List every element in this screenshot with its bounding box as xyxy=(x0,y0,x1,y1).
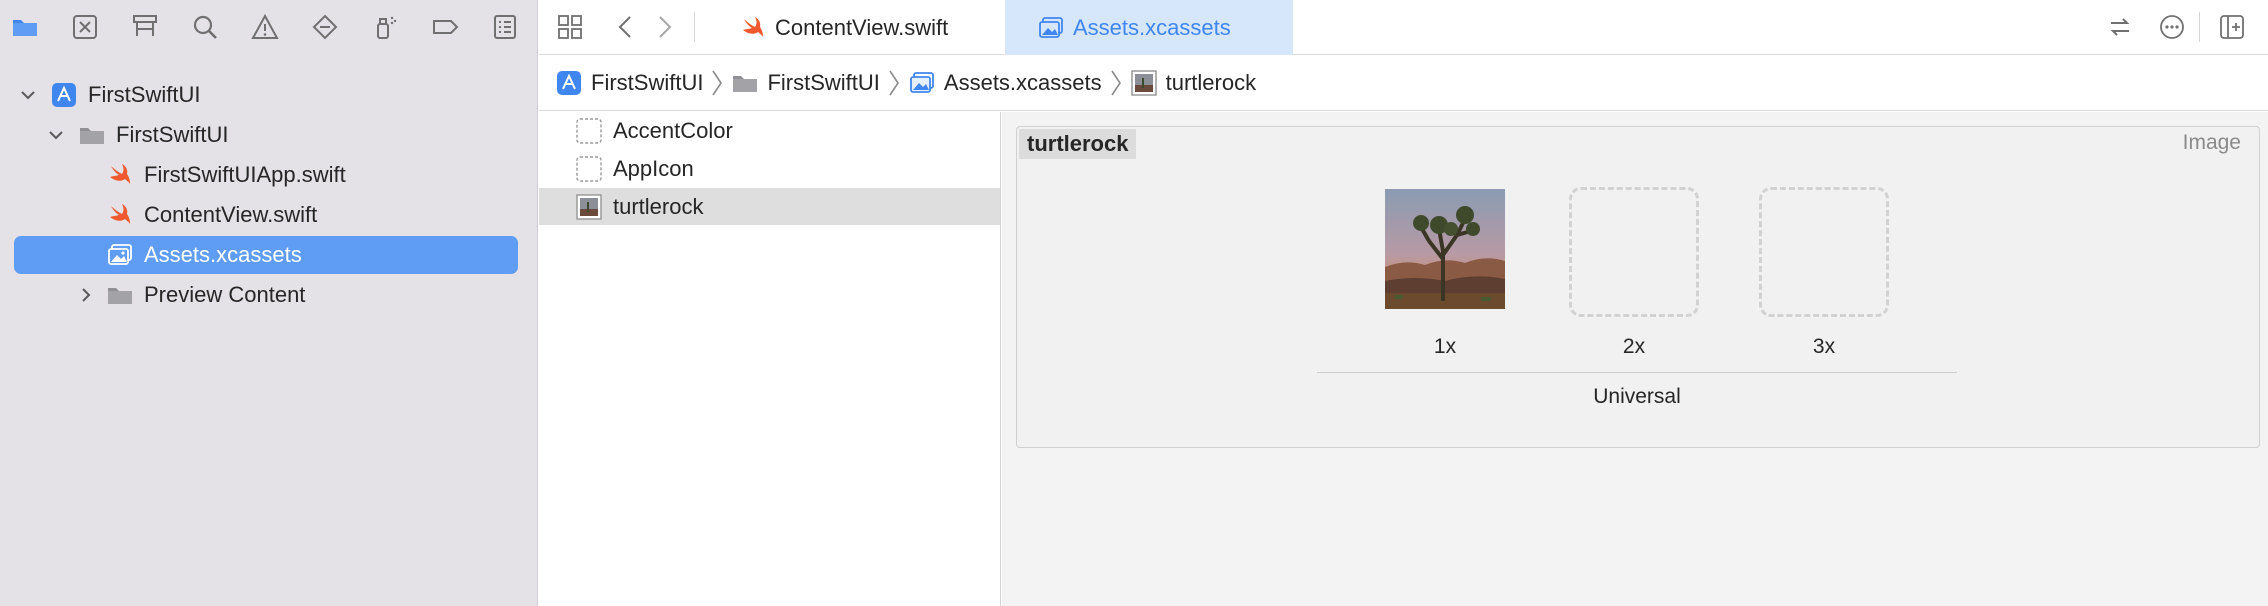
folder-icon xyxy=(78,121,106,149)
breadcrumb-label: FirstSwiftUI xyxy=(591,70,704,95)
asset-catalog-icon xyxy=(1037,14,1065,42)
idiom-divider xyxy=(1317,372,1957,373)
slot-scale-label: 3x xyxy=(1812,335,1836,358)
tree-item-app-swift[interactable]: FirstSwiftUIApp.swift xyxy=(106,156,526,194)
slot-2x-drop-area[interactable] xyxy=(1569,187,1699,317)
color-set-icon xyxy=(575,117,603,145)
project-navigator: FirstSwiftUI FirstSwiftUI FirstSwiftUIAp… xyxy=(0,0,538,606)
folder-icon[interactable] xyxy=(10,12,40,42)
warning-icon[interactable] xyxy=(250,12,280,42)
breadcrumb-label: FirstSwiftUI xyxy=(767,70,880,95)
asset-label: turtlerock xyxy=(613,193,704,219)
image-set-name[interactable]: turtlerock xyxy=(1019,129,1137,159)
tab-label: ContentView.swift xyxy=(775,14,949,40)
xcode-project-icon xyxy=(50,81,78,109)
hierarchy-icon[interactable] xyxy=(130,12,160,42)
slot-3x-drop-area[interactable] xyxy=(1759,187,1889,317)
breadcrumb-item-turtlerock[interactable]: turtlerock xyxy=(1130,69,1256,97)
asset-list: AccentColor AppIcon turtlerock xyxy=(539,112,1001,606)
tab-bar: ContentView.swift Assets.xcassets xyxy=(539,0,2268,55)
asset-label: AppIcon xyxy=(613,155,694,181)
asset-detail-pane: turtlerock Image 1x 2x 3x Universal xyxy=(1002,112,2268,606)
test-diamond-icon[interactable] xyxy=(310,12,340,42)
asset-item-appicon[interactable]: AppIcon xyxy=(539,150,1000,187)
tab-divider xyxy=(2199,12,2200,42)
slot-scale-label: 1x xyxy=(1433,335,1457,358)
tab-label: Assets.xcassets xyxy=(1073,14,1231,40)
breadcrumb-separator-icon xyxy=(888,69,900,97)
slot-scale-label: 2x xyxy=(1622,335,1646,358)
chevron-down-icon[interactable] xyxy=(18,85,38,105)
tree-item-label: Preview Content xyxy=(144,282,306,307)
breadcrumb-item-assets[interactable]: Assets.xcassets xyxy=(908,69,1102,97)
tree-item-group-folder[interactable]: FirstSwiftUI xyxy=(46,116,526,154)
image-set-kind: Image xyxy=(2182,131,2241,154)
search-icon[interactable] xyxy=(190,12,220,42)
forward-chevron-icon[interactable] xyxy=(649,12,679,42)
tab-divider xyxy=(694,12,695,42)
folder-icon xyxy=(731,69,759,97)
breadcrumb-item-project[interactable]: FirstSwiftUI xyxy=(555,69,703,97)
tree-item-label: FirstSwiftUI xyxy=(116,122,229,147)
swap-arrows-icon[interactable] xyxy=(2105,12,2135,42)
navigator-toolbar xyxy=(0,0,538,54)
breadcrumb-separator-icon xyxy=(1110,69,1122,97)
editor-area: ContentView.swift Assets.xcassets FirstS… xyxy=(539,0,2268,606)
asset-catalog-icon xyxy=(908,69,936,97)
tree-item-label: Assets.xcassets xyxy=(144,242,302,267)
breadcrumb-item-folder[interactable]: FirstSwiftUI xyxy=(731,69,880,97)
debug-spray-icon[interactable] xyxy=(370,12,400,42)
breadcrumb-label: Assets.xcassets xyxy=(943,70,1102,95)
image-thumbnail-icon xyxy=(575,193,603,221)
xcode-project-icon xyxy=(555,69,583,97)
breakpoint-icon[interactable] xyxy=(430,12,460,42)
swift-file-icon xyxy=(106,161,134,189)
chevron-down-icon[interactable] xyxy=(46,125,66,145)
idiom-label: Universal xyxy=(1593,385,1681,408)
grid-icon[interactable] xyxy=(555,12,585,42)
chevron-right-icon[interactable] xyxy=(76,285,96,305)
tree-item-assets-xcassets[interactable]: Assets.xcassets xyxy=(14,236,518,274)
asset-item-turtlerock[interactable]: turtlerock xyxy=(539,188,1000,225)
swift-file-icon xyxy=(739,14,767,42)
report-icon[interactable] xyxy=(490,12,520,42)
image-set-panel: turtlerock Image 1x 2x 3x Universal xyxy=(1016,126,2260,448)
back-chevron-icon[interactable] xyxy=(611,12,641,42)
tab-contentview-swift[interactable]: ContentView.swift xyxy=(739,0,948,55)
tree-item-label: ContentView.swift xyxy=(144,202,318,227)
breadcrumb-separator-icon xyxy=(711,69,723,97)
source-control-icon[interactable] xyxy=(70,12,100,42)
folder-icon xyxy=(106,281,134,309)
more-options-icon[interactable] xyxy=(2157,12,2187,42)
tree-item-label: FirstSwiftUI xyxy=(88,82,201,107)
tree-item-label: FirstSwiftUIApp.swift xyxy=(144,162,346,187)
add-editor-icon[interactable] xyxy=(2217,12,2247,42)
breadcrumb: FirstSwiftUI FirstSwiftUI Assets.xcasset… xyxy=(539,56,2268,111)
asset-item-accentcolor[interactable]: AccentColor xyxy=(539,112,1000,149)
joshua-tree-photo xyxy=(1385,189,1505,309)
tree-item-contentview-swift[interactable]: ContentView.swift xyxy=(106,196,526,234)
tree-item-preview-content[interactable]: Preview Content xyxy=(76,276,526,314)
breadcrumb-label: turtlerock xyxy=(1165,70,1257,95)
tree-item-project[interactable]: FirstSwiftUI xyxy=(18,76,518,114)
asset-label: AccentColor xyxy=(613,117,733,143)
slot-1x-image[interactable] xyxy=(1385,189,1505,309)
image-thumbnail-icon xyxy=(1130,69,1158,97)
asset-catalog-icon xyxy=(106,241,134,269)
tab-assets-xcassets[interactable]: Assets.xcassets xyxy=(1005,0,1293,55)
app-icon-set-icon xyxy=(575,155,603,183)
swift-file-icon xyxy=(106,201,134,229)
